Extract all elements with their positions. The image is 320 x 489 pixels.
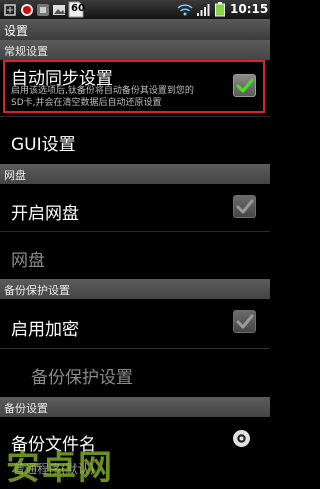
setting-label: 开启网盘 (11, 204, 79, 224)
setting-backup-protect[interactable]: 备份保护设置 (0, 349, 270, 396)
status-time: 10:15 (230, 2, 269, 16)
enable-netdisk-checkbox[interactable] (233, 195, 256, 218)
section-header-label: 常规设置 (4, 45, 48, 58)
setting-gui[interactable]: GUI设置 (0, 117, 270, 164)
section-header-netdisk: 网盘 (0, 164, 270, 184)
section-header-label: 备份设置 (4, 402, 48, 415)
chevron-down-icon[interactable] (233, 430, 250, 447)
setting-label: 网盘 (11, 251, 45, 271)
page-title: 设置 (4, 24, 29, 38)
sim-indicator: 60 (71, 3, 85, 14)
highlight-frame (3, 60, 265, 113)
watermark-logo: 安卓网 (6, 448, 114, 488)
section-header-backup: 备份设置 (0, 397, 270, 417)
section-header-backup-protect: 备份保护设置 (0, 279, 270, 299)
setting-enable-netdisk[interactable]: 开启网盘 (0, 184, 270, 231)
enable-encryption-checkbox[interactable] (233, 310, 256, 333)
setting-label: 备份保护设置 (31, 368, 133, 388)
section-header-general: 常规设置 (0, 40, 270, 60)
check-icon (236, 199, 254, 214)
setting-label: 启用加密 (11, 320, 79, 340)
status-bar: 60 10:15 (0, 0, 270, 19)
window-title-bar: 设置 (0, 19, 270, 41)
check-icon (236, 314, 254, 329)
section-header-label: 备份保护设置 (4, 284, 70, 297)
setting-netdisk[interactable]: 网盘 (0, 232, 270, 279)
setting-enable-encryption[interactable]: 启用加密 (0, 299, 270, 348)
setting-label: GUI设置 (11, 135, 76, 155)
section-header-label: 网盘 (4, 169, 26, 182)
